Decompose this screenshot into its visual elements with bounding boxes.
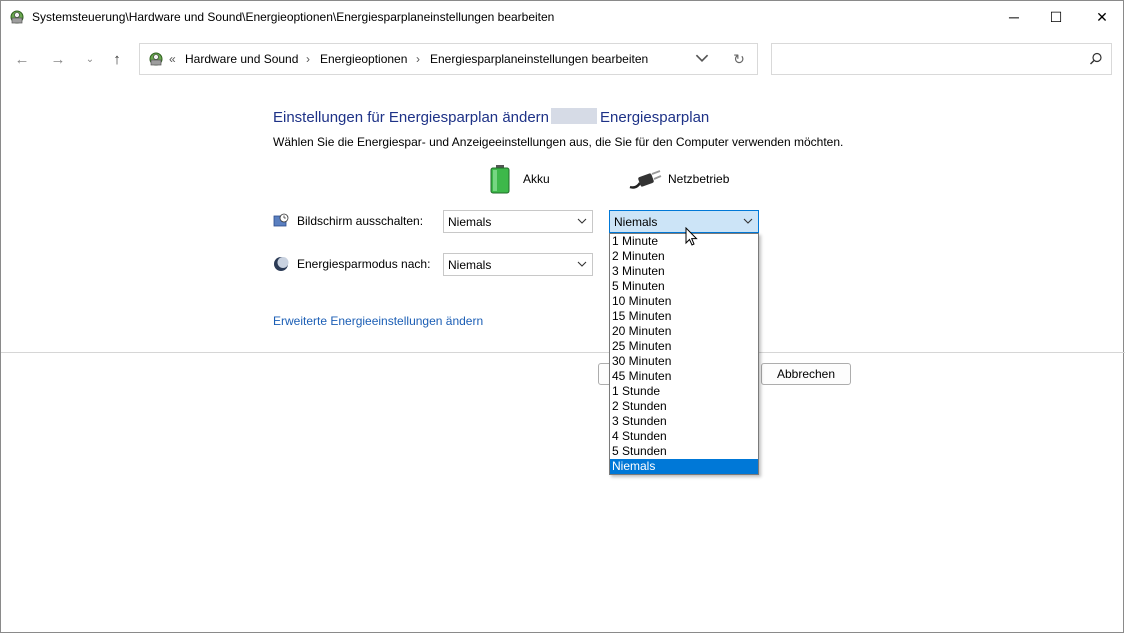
breadcrumb-energiesparplaneinstellungen[interactable]: Energiesparplaneinstellungen bearbeiten: [430, 52, 648, 66]
chevron-down-icon[interactable]: [695, 51, 709, 65]
search-box[interactable]: [771, 43, 1112, 75]
mouse-cursor-icon: [685, 227, 698, 246]
dropdown-option[interactable]: 15 Minuten: [610, 309, 758, 324]
dropdown-option[interactable]: 3 Minuten: [610, 264, 758, 279]
dropdown-option[interactable]: 1 Stunde: [610, 384, 758, 399]
page-title: Einstellungen für Energiesparplan ändern…: [273, 108, 709, 126]
breadcrumb-separator[interactable]: ›: [416, 52, 420, 66]
dropdown-option[interactable]: 1 Minute: [610, 234, 758, 249]
sleep-battery-select[interactable]: Niemals: [443, 253, 593, 276]
control-panel-icon: [149, 52, 163, 66]
column-plugged-label: Netzbetrieb: [668, 172, 730, 186]
display-off-plugged-value: Niemals: [614, 215, 658, 229]
minimize-button[interactable]: ─: [991, 1, 1037, 33]
chevron-down-icon: [577, 218, 587, 224]
chevron-down-icon: [743, 218, 753, 224]
display-off-plugged-select[interactable]: Niemals: [609, 210, 759, 233]
dropdown-option[interactable]: 4 Stunden: [610, 429, 758, 444]
column-battery-label: Akku: [523, 172, 550, 186]
close-button[interactable]: ✕: [1079, 1, 1125, 33]
window-title: Systemsteuerung\Hardware und Sound\Energ…: [32, 10, 555, 24]
refresh-button[interactable]: ↻: [730, 50, 748, 68]
redacted-plan-name: [551, 108, 598, 124]
power-plug-icon: [629, 170, 662, 189]
dropdown-option[interactable]: 2 Stunden: [610, 399, 758, 414]
chevron-down-icon: [577, 261, 587, 267]
dropdown-option[interactable]: 5 Stunden: [610, 444, 758, 459]
navigation-bar: ← → ⌄ ↑ « Hardware und Sound › Energieop…: [1, 33, 1123, 85]
dropdown-option[interactable]: 25 Minuten: [610, 339, 758, 354]
window: Systemsteuerung\Hardware und Sound\Energ…: [0, 0, 1125, 633]
divider: [1, 352, 1125, 353]
title-bar: Systemsteuerung\Hardware und Sound\Energ…: [1, 1, 1123, 33]
recent-locations-button[interactable]: ⌄: [79, 48, 101, 70]
page-title-suffix: Energiesparplan: [600, 109, 710, 126]
search-icon[interactable]: [1089, 52, 1103, 66]
battery-icon: [490, 165, 510, 194]
control-panel-icon: [10, 10, 24, 24]
page-description: Wählen Sie die Energiespar- und Anzeigee…: [273, 135, 844, 149]
back-button[interactable]: ←: [11, 48, 33, 70]
dropdown-option[interactable]: 5 Minuten: [610, 279, 758, 294]
up-button[interactable]: ↑: [106, 48, 128, 70]
dropdown-option[interactable]: 45 Minuten: [610, 369, 758, 384]
display-clock-icon: [273, 213, 289, 227]
timeout-dropdown-list[interactable]: 1 Minute 2 Minuten 3 Minuten 5 Minuten 10 Mi…: [609, 233, 759, 475]
breadcrumb-energieoptionen[interactable]: Energieoptionen: [320, 52, 407, 66]
dropdown-option[interactable]: 20 Minuten: [610, 324, 758, 339]
display-off-battery-select[interactable]: Niemals: [443, 210, 593, 233]
address-bar[interactable]: « Hardware und Sound › Energieoptionen ›…: [139, 43, 758, 75]
advanced-settings-link[interactable]: Erweiterte Energieeinstellungen ändern: [273, 314, 483, 328]
cancel-button[interactable]: Abbrechen: [761, 363, 851, 385]
row-label-display-off: Bildschirm ausschalten:: [297, 214, 424, 228]
moon-icon: [274, 257, 289, 271]
sleep-battery-value: Niemals: [448, 258, 492, 272]
breadcrumb-separator[interactable]: ›: [306, 52, 310, 66]
display-off-battery-value: Niemals: [448, 215, 492, 229]
breadcrumb-overflow[interactable]: «: [169, 52, 176, 66]
dropdown-option[interactable]: 10 Minuten: [610, 294, 758, 309]
maximize-button[interactable]: ☐: [1033, 1, 1079, 33]
breadcrumb-hardware-und-sound[interactable]: Hardware und Sound: [185, 52, 298, 66]
row-label-sleep: Energiesparmodus nach:: [297, 257, 431, 271]
dropdown-option[interactable]: 2 Minuten: [610, 249, 758, 264]
dropdown-option[interactable]: 3 Stunden: [610, 414, 758, 429]
search-input[interactable]: [778, 50, 1082, 70]
forward-button[interactable]: →: [47, 48, 69, 70]
dropdown-option[interactable]: Niemals: [610, 459, 758, 474]
page-title-prefix: Einstellungen für Energiesparplan ändern: [273, 109, 550, 126]
dropdown-option[interactable]: 30 Minuten: [610, 354, 758, 369]
